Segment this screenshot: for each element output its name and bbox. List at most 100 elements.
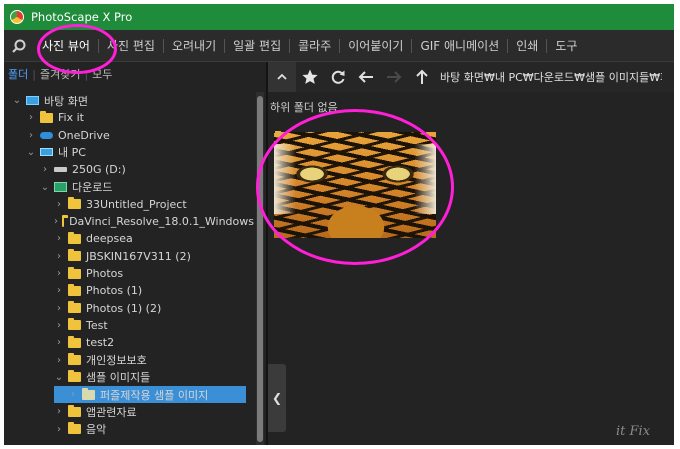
browser-toolbar: 바탕 화면₩내 PC₩다운로드₩샘플 이미지들₩퍼 (268, 62, 674, 92)
tree-item[interactable]: ⌄ 다운로드 (4, 179, 254, 196)
tree-item-label: Photos (86, 267, 124, 280)
tab-folders[interactable]: 폴더 (4, 66, 32, 82)
folder-icon (68, 197, 81, 210)
tree-item[interactable]: › Photos (1) (2) (4, 300, 254, 317)
folder-tree: ⌄ 바탕 화면 › Fix it › OneDrive ⌄ 내 PC › 250G (D:) ⌄ 다운… (4, 92, 254, 445)
tree-scrollbar[interactable] (256, 92, 264, 445)
tab-batch-edit[interactable]: 일괄 편집 (225, 30, 289, 62)
tab-combine[interactable]: 이어붙이기 (340, 30, 411, 62)
folder-icon (40, 110, 53, 123)
tree-item-label: 개인정보보호 (86, 354, 147, 367)
chevron-right-icon[interactable]: › (26, 130, 36, 141)
tree-item-label: Fix it (58, 111, 84, 125)
path-breadcrumb[interactable]: 바탕 화면₩내 PC₩다운로드₩샘플 이미지들₩퍼 (440, 69, 662, 85)
chevron-up-icon (277, 73, 287, 80)
tab-print[interactable]: 인쇄 (508, 30, 546, 62)
tree-item-label: 내 PC (58, 146, 86, 160)
tree-item[interactable]: › 개인정보보호 (4, 352, 254, 369)
refresh-icon (331, 70, 345, 84)
folder-icon (68, 283, 81, 296)
tree-item[interactable]: › test2 (4, 334, 254, 351)
chevron-down-icon[interactable]: ⌄ (26, 147, 36, 158)
chevron-right-icon[interactable]: › (54, 199, 64, 210)
chevron-right-icon[interactable]: › (26, 112, 36, 123)
folder-icon (62, 214, 69, 227)
chevron-right-icon[interactable]: › (54, 424, 64, 435)
tree-item[interactable]: ⌄ 내 PC (4, 144, 254, 161)
folder-icon (68, 318, 81, 331)
tree-item[interactable]: › Photos (1) (4, 282, 254, 299)
scrollbar-thumb[interactable] (257, 96, 263, 442)
chevron-right-icon[interactable]: › (54, 268, 64, 279)
download-folder-icon (54, 182, 67, 192)
chevron-right-icon[interactable]: › (54, 406, 64, 417)
folder-icon (68, 266, 81, 279)
chevron-right-icon[interactable]: › (54, 233, 64, 244)
tab-collage[interactable]: 콜라주 (290, 30, 339, 62)
chevron-right-icon[interactable]: › (68, 389, 78, 400)
refresh-button[interactable] (324, 62, 352, 92)
tree-item[interactable]: › DaVinci_Resolve_18.0.1_Windows (4, 213, 254, 230)
tree-item[interactable]: › JBSKIN167V311 (2) (4, 248, 254, 265)
collapse-panel-button[interactable]: ❮ (268, 364, 286, 432)
tree-item-label: deepsea (86, 232, 133, 246)
tree-item-label: 퍼즐제작용 샘플 이미지 (100, 388, 209, 402)
chevron-right-icon[interactable]: › (54, 285, 64, 296)
tab-tools[interactable]: 도구 (547, 30, 585, 62)
favorite-button[interactable] (296, 62, 324, 92)
tree-item-label: Photos (1) (2) (86, 301, 162, 315)
tree-item[interactable]: › Test (4, 317, 254, 334)
arrow-up-icon (416, 69, 428, 84)
tree-item[interactable]: › Photos (4, 265, 254, 282)
tree-item[interactable]: › OneDrive (4, 127, 254, 144)
tree-item[interactable]: › 250G (D:) (4, 161, 254, 178)
parent-folder-button[interactable] (408, 62, 436, 92)
tree-item-label: DaVinci_Resolve_18.0.1_Windows (69, 215, 254, 229)
tree-item-label: 앱관련자료 (86, 405, 137, 419)
tree-item[interactable]: › 33Untitled_Project (4, 196, 254, 213)
chevron-right-icon[interactable]: › (40, 164, 50, 175)
chevron-right-icon[interactable]: › (54, 216, 58, 227)
up-collapse-button[interactable] (268, 62, 296, 92)
left-panel-tabs: 폴더 | 즐겨찾기 | 모두 (4, 62, 266, 86)
chevron-down-icon[interactable]: ⌄ (12, 95, 22, 106)
chevron-right-icon[interactable]: › (54, 320, 64, 331)
chevron-down-icon[interactable]: ⌄ (40, 182, 50, 193)
pc-icon (40, 148, 53, 157)
tree-item-label: test2 (86, 336, 115, 350)
chevron-right-icon[interactable]: › (54, 251, 64, 262)
tree-item[interactable]: › 앱관련자료 (4, 403, 254, 420)
back-button[interactable] (352, 62, 380, 92)
drive-icon (54, 167, 67, 173)
chevron-right-icon[interactable]: › (54, 337, 64, 348)
chevron-right-icon[interactable]: › (54, 355, 64, 366)
onedrive-icon (40, 131, 53, 139)
tree-item-label: OneDrive (58, 128, 110, 142)
tab-gif-animation[interactable]: GIF 애니메이션 (412, 30, 507, 62)
tree-item-label: 샘플 이미지들 (86, 371, 151, 385)
folder-icon (68, 249, 81, 262)
app-logo-icon (10, 10, 24, 24)
desktop-icon (26, 96, 39, 105)
chevron-down-icon[interactable]: ⌄ (54, 372, 64, 383)
tree-item[interactable]: › 음악 (4, 421, 254, 438)
tree-item[interactable]: › deepsea (4, 230, 254, 247)
tree-item[interactable]: ⌄ 샘플 이미지들 (4, 369, 254, 386)
annotation-circle-thumbnail (256, 109, 454, 265)
search-icon[interactable] (4, 30, 34, 62)
folder-icon (68, 231, 81, 244)
folder-icon (68, 404, 81, 417)
title-bar: PhotoScape X Pro (4, 4, 674, 30)
tree-item[interactable]: ⌄ 바탕 화면 (4, 92, 254, 109)
forward-button[interactable] (380, 62, 408, 92)
app-title: PhotoScape X Pro (31, 10, 133, 24)
tree-item[interactable]: › 퍼즐제작용 샘플 이미지 (4, 386, 254, 404)
annotation-circle-tab (37, 24, 117, 74)
tree-item-label: 250G (D:) (72, 163, 126, 177)
chevron-right-icon[interactable]: › (54, 303, 64, 314)
arrow-left-icon (358, 71, 373, 83)
tree-item-label: 다운로드 (72, 181, 113, 194)
tab-cut-out[interactable]: 오려내기 (164, 30, 224, 62)
tree-item-label: 바탕 화면 (44, 94, 88, 108)
tree-item[interactable]: › Fix it (4, 109, 254, 126)
